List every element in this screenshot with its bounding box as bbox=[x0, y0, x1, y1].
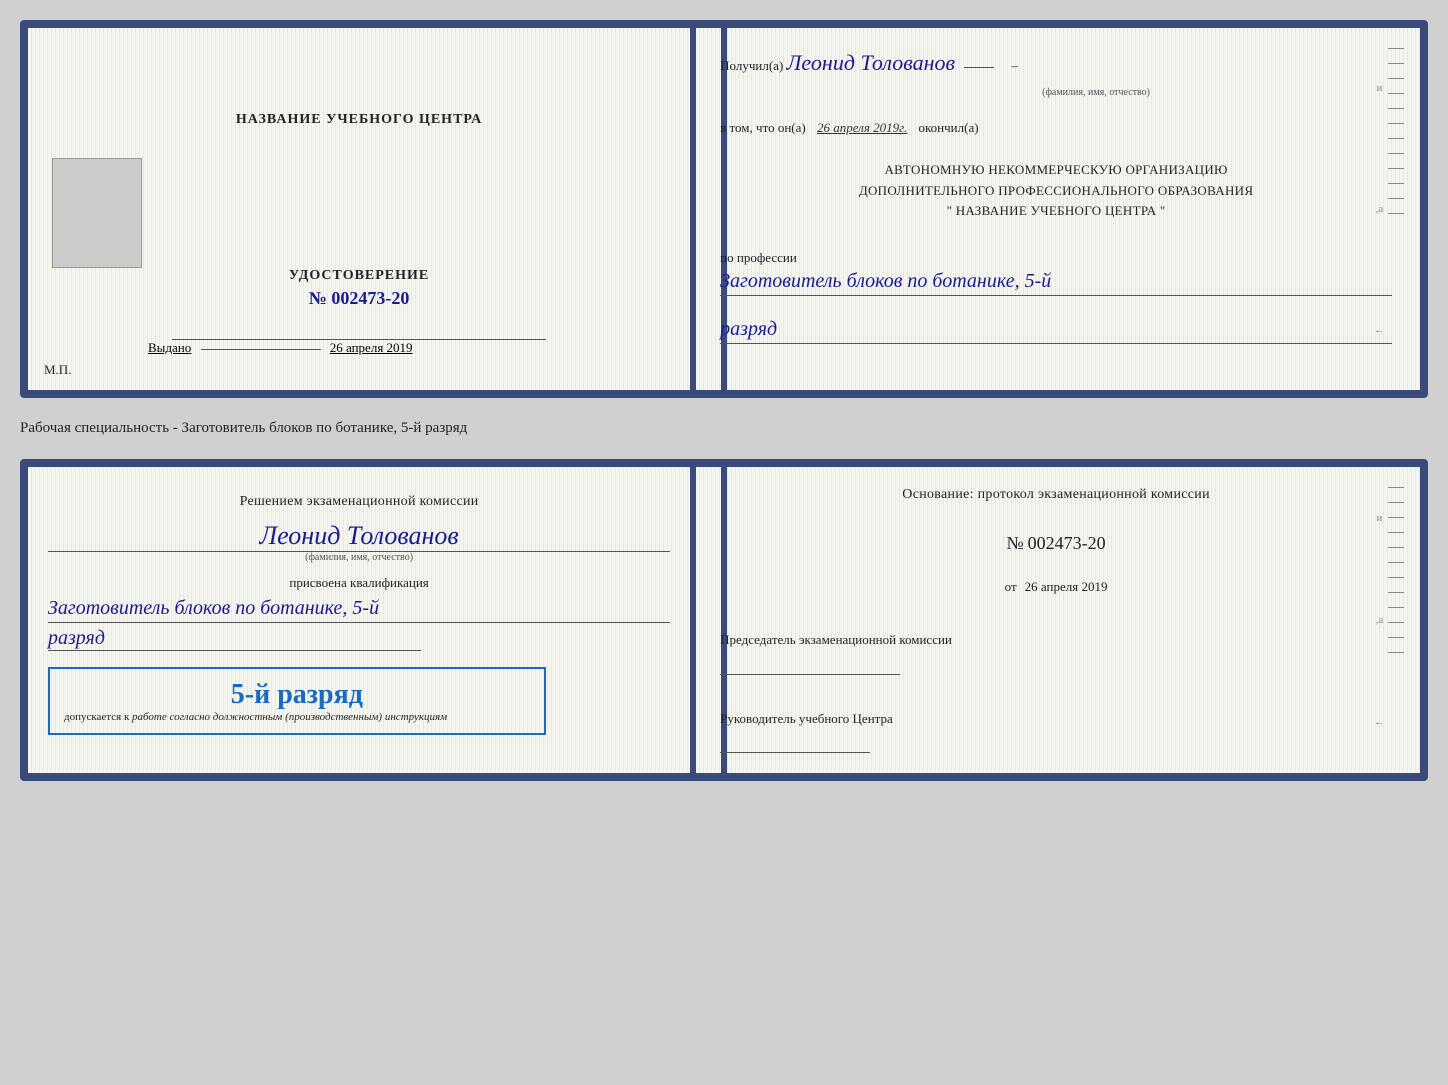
profession-label: по профессии bbox=[720, 250, 1392, 266]
number-value: 002473-20 bbox=[1028, 533, 1106, 553]
recipient-name: Леонид Толованов bbox=[787, 50, 956, 75]
issued-date-value: 26 апреля 2019 bbox=[330, 340, 413, 355]
date-prefix: в том, что он(а) bbox=[720, 120, 806, 135]
date-suffix: окончил(а) bbox=[919, 120, 979, 135]
cert-number-label: № bbox=[309, 288, 327, 308]
basis-text: Основание: протокол экзаменационной коми… bbox=[720, 487, 1392, 503]
chairman-label: Председатель экзаменационной комиссии bbox=[720, 630, 1392, 650]
profession-value: Заготовитель блоков по ботанике, 5-й bbox=[720, 270, 1392, 296]
number-prefix: № bbox=[1006, 533, 1023, 553]
page-wrapper: НАЗВАНИЕ УЧЕБНОГО ЦЕНТРА УДОСТОВЕРЕНИЕ №… bbox=[20, 20, 1428, 781]
left-page-1: НАЗВАНИЕ УЧЕБНОГО ЦЕНТРА УДОСТОВЕРЕНИЕ №… bbox=[28, 28, 696, 390]
org-block: АВТОНОМНУЮ НЕКОММЕРЧЕСКУЮ ОРГАНИЗАЦИЮ ДО… bbox=[720, 160, 1392, 222]
date-value: 26 апреля 2019г. bbox=[817, 120, 907, 135]
cert-title: УДОСТОВЕРЕНИЕ bbox=[289, 268, 429, 284]
fio-label-1: (фамилия, имя, отчество) bbox=[800, 87, 1392, 98]
side-dashes-2 bbox=[1388, 487, 1404, 753]
qual-value: Заготовитель блоков по ботанике, 5-й bbox=[48, 597, 670, 623]
recipient-line: Получил(а) Леонид Толованов – bbox=[720, 48, 1392, 79]
commission-text: Решением экзаменационной комиссии bbox=[48, 491, 670, 513]
stamp-prefix: допускается к работе согласно должностны… bbox=[64, 711, 530, 723]
stamp-box: 5-й разряд допускается к работе согласно… bbox=[48, 667, 546, 735]
recipient-prefix: Получил(а) bbox=[720, 58, 783, 73]
person-name: Леонид Толованов bbox=[48, 521, 670, 552]
side-dashes-1 bbox=[1388, 48, 1404, 370]
director-label: Руководитель учебного Центра bbox=[720, 709, 1392, 729]
assigned-label: присвоена квалификация bbox=[48, 575, 670, 591]
vertical-labels-1: и ,а ← bbox=[1374, 28, 1385, 390]
left-page-2: Решением экзаменационной комиссии Леонид… bbox=[28, 467, 696, 773]
specialty-label: Рабочая специальность - Заготовитель бло… bbox=[20, 416, 1428, 441]
cert-number: № 002473-20 bbox=[289, 288, 429, 309]
document-card-2: Решением экзаменационной комиссии Леонид… bbox=[20, 459, 1428, 781]
org-line3: " НАЗВАНИЕ УЧЕБНОГО ЦЕНТРА " bbox=[720, 201, 1392, 222]
vertical-labels-2: и ,а ← bbox=[1374, 467, 1385, 773]
document-card-1: НАЗВАНИЕ УЧЕБНОГО ЦЕНТРА УДОСТОВЕРЕНИЕ №… bbox=[20, 20, 1428, 398]
issued-date: Выдано 26 апреля 2019 bbox=[48, 340, 413, 356]
mp-label: М.П. bbox=[44, 362, 71, 378]
org-line1: АВТОНОМНУЮ НЕКОММЕРЧЕСКУЮ ОРГАНИЗАЦИЮ bbox=[720, 160, 1392, 181]
date-from-value: 26 апреля 2019 bbox=[1025, 579, 1108, 594]
cert-number-value: 002473-20 bbox=[331, 288, 409, 308]
org-line2: ДОПОЛНИТЕЛЬНОГО ПРОФЕССИОНАЛЬНОГО ОБРАЗО… bbox=[720, 181, 1392, 202]
right-page-2: Основание: протокол экзаменационной коми… bbox=[696, 467, 1420, 773]
stamp-italic: работе согласно должностным (производств… bbox=[132, 711, 447, 723]
training-center-left: НАЗВАНИЕ УЧЕБНОГО ЦЕНТРА bbox=[236, 112, 482, 128]
right-page-1: Получил(а) Леонид Толованов – (фамилия, … bbox=[696, 28, 1420, 390]
date-line: в том, что он(а) 26 апреля 2019г. окончи… bbox=[720, 120, 1392, 136]
issued-label: Выдано bbox=[148, 340, 191, 355]
photo-placeholder bbox=[52, 158, 142, 268]
stamp-rank: 5-й разряд bbox=[64, 679, 530, 711]
fio-label-2: (фамилия, имя, отчество) bbox=[48, 552, 670, 563]
rank-value-2: разряд bbox=[48, 627, 421, 651]
rank-value-1: разряд bbox=[720, 318, 1392, 344]
date-from-prefix: от bbox=[1005, 579, 1017, 594]
